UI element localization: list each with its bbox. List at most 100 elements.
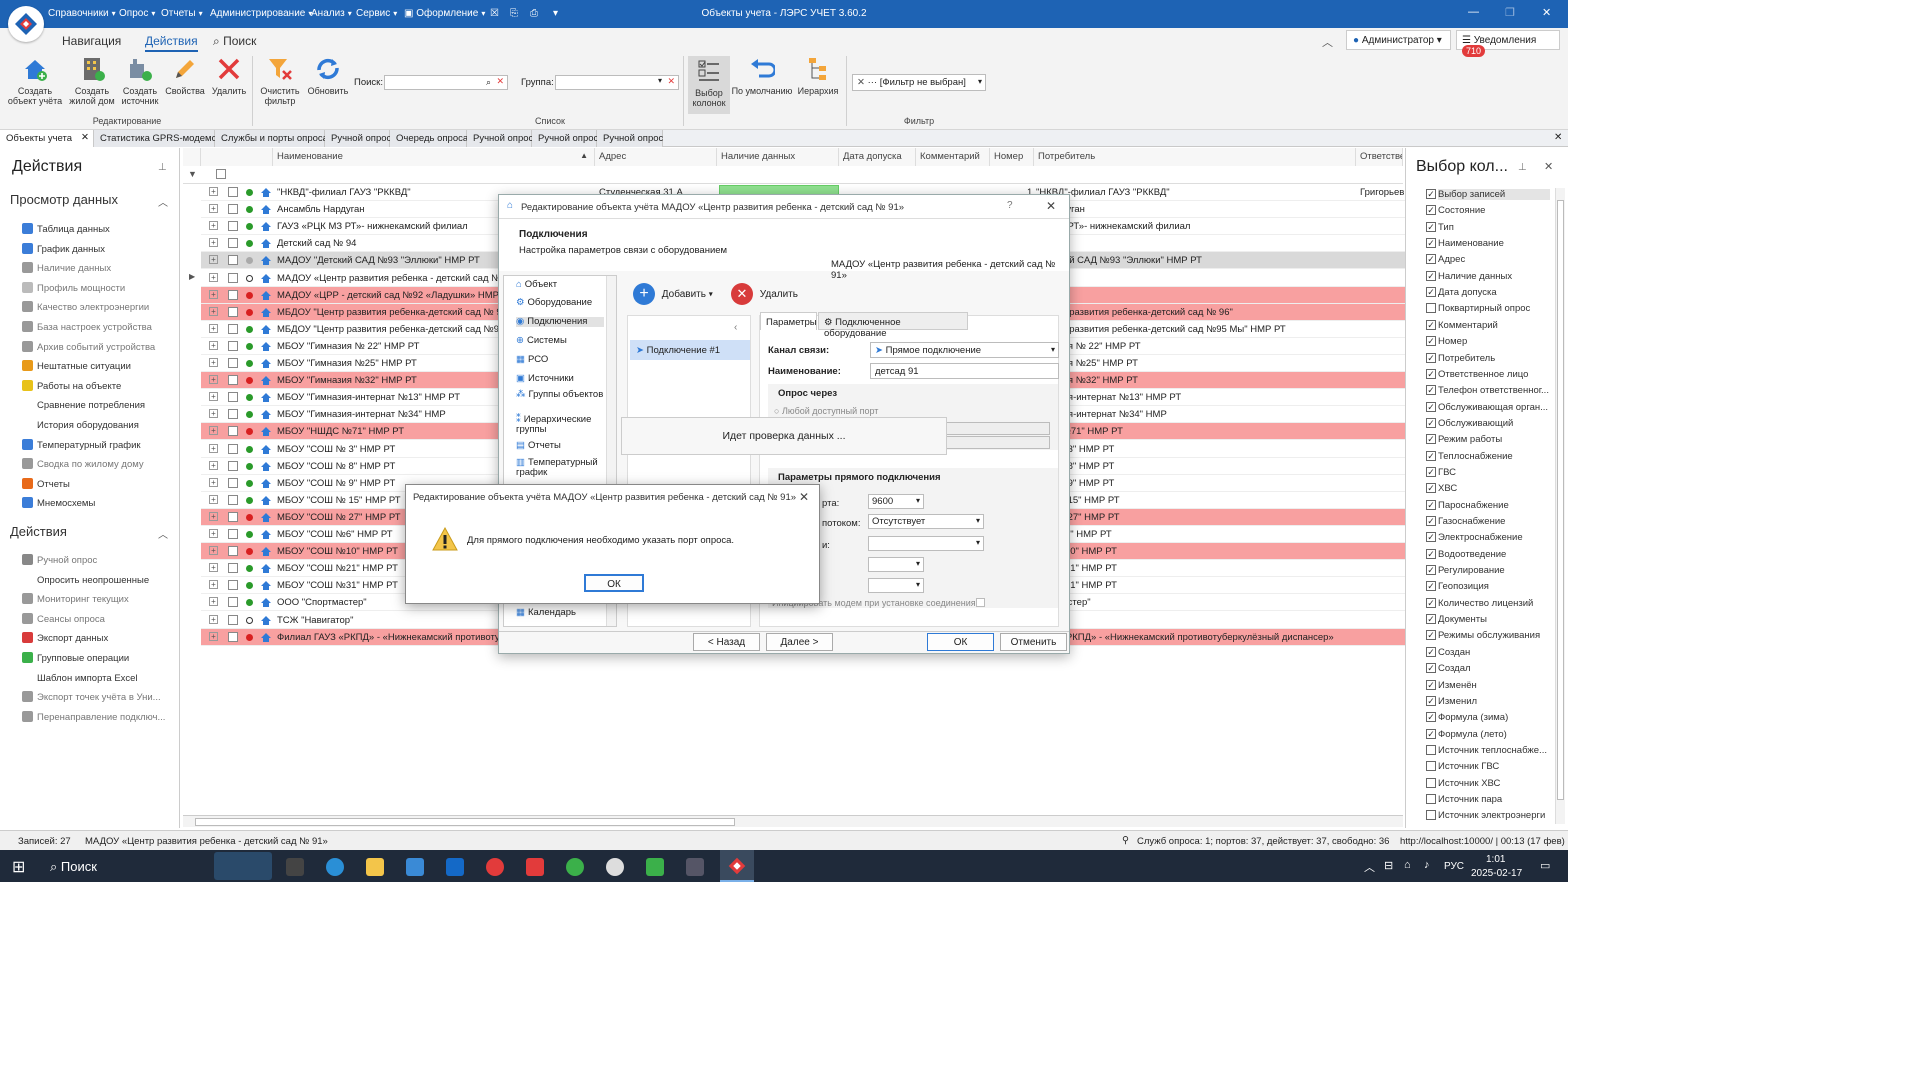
chevron-down-icon[interactable]: ▾ xyxy=(1051,345,1055,354)
expand-icon[interactable]: + xyxy=(209,511,218,521)
action-item[interactable]: Перенаправление подключ... xyxy=(22,710,165,723)
yandex-browser-icon[interactable] xyxy=(486,858,504,876)
column-header-name[interactable]: Наименование ▲ xyxy=(273,148,595,166)
vertical-scrollbar[interactable] xyxy=(1555,188,1565,824)
chevron-down-icon[interactable]: ▾ xyxy=(916,559,920,568)
horizontal-scrollbar[interactable] xyxy=(183,815,1403,827)
expand-icon[interactable]: + xyxy=(209,306,218,316)
help-icon[interactable]: ? xyxy=(1007,200,1013,211)
row-checkbox[interactable] xyxy=(228,597,238,608)
column-checkbox[interactable]: ✓ xyxy=(1426,532,1436,543)
column-checkbox[interactable]: ✓ xyxy=(1426,581,1436,592)
column-checkbox[interactable]: ✓ xyxy=(1426,336,1436,347)
row-checkbox[interactable] xyxy=(228,289,238,300)
language-indicator[interactable]: РУС xyxy=(1444,861,1464,872)
column-checkbox[interactable]: ✓ xyxy=(1426,728,1436,739)
tray-icon[interactable]: ⊟ xyxy=(1384,859,1393,872)
dialog-nav-item[interactable]: ▦ Календарь xyxy=(516,608,604,618)
dialog-nav-item[interactable]: ▥ Температурный график xyxy=(516,458,604,478)
view-data-item[interactable]: Архив событий устройства xyxy=(22,340,155,353)
row-checkbox[interactable] xyxy=(228,221,238,232)
tab-manual-poll[interactable]: Ручной опрос xyxy=(325,130,391,147)
close-message-icon[interactable]: ✕ xyxy=(799,490,809,504)
column-checkbox[interactable]: ✓ xyxy=(1426,238,1436,249)
section-data-view[interactable]: Просмотр данных xyxy=(10,192,118,207)
column-option[interactable]: ✓ Создал xyxy=(1426,663,1471,674)
close-tab-icon[interactable]: ✕ xyxy=(81,132,89,143)
column-checkbox[interactable]: ✓ xyxy=(1426,712,1436,723)
column-choice-button[interactable]: Выбор колонок xyxy=(688,56,730,114)
column-checkbox[interactable]: ✓ xyxy=(1426,319,1436,330)
column-option[interactable]: Источник ГВС xyxy=(1426,761,1499,772)
column-option[interactable]: ✓ Регулирование xyxy=(1426,565,1505,576)
dialog-nav-item[interactable]: ⊕ Системы xyxy=(516,336,604,346)
expand-icon[interactable]: + xyxy=(209,375,218,385)
row-checkbox[interactable] xyxy=(228,494,238,505)
stop-bits-select[interactable]: ▾ xyxy=(868,578,924,593)
parity-select[interactable]: ▾ xyxy=(868,536,984,551)
menu-spravochniki[interactable]: Справочники ▾ xyxy=(48,8,116,19)
dialog-nav-item[interactable]: ▤ Отчеты xyxy=(516,441,604,451)
column-checkbox[interactable]: ✓ xyxy=(1426,270,1436,281)
column-checkbox[interactable]: ✓ xyxy=(1426,646,1436,657)
expand-icon[interactable]: + xyxy=(209,546,218,556)
section-actions[interactable]: Действия xyxy=(10,524,67,539)
create-source-button[interactable]: Создать источник xyxy=(118,56,162,106)
row-checkbox[interactable] xyxy=(228,563,238,574)
dolphin-widget-icon[interactable] xyxy=(214,852,272,880)
network-icon[interactable]: ⌂ xyxy=(1404,859,1411,871)
column-checkbox[interactable]: ✓ xyxy=(1426,221,1436,232)
refresh-button[interactable]: Обновить xyxy=(304,56,352,96)
column-header-address[interactable]: Адрес xyxy=(595,148,717,166)
tab-search[interactable]: ⌕ Поиск xyxy=(213,34,256,49)
column-checkbox[interactable]: ✓ xyxy=(1426,385,1436,396)
view-data-item[interactable]: График данных xyxy=(22,242,105,255)
user-menu[interactable]: ● Администратор ▾ xyxy=(1346,30,1451,50)
column-option[interactable]: ✓ Ответственное лицо xyxy=(1426,368,1528,380)
expand-icon[interactable]: + xyxy=(209,289,218,299)
expand-icon[interactable]: + xyxy=(209,272,218,282)
filter-row[interactable]: ▼ xyxy=(183,166,1403,184)
menu-otchety[interactable]: Отчеты ▾ xyxy=(161,8,203,19)
minimize-icon[interactable]: — xyxy=(1468,6,1479,18)
column-option[interactable]: ✓ Теплоснабжение xyxy=(1426,450,1513,462)
expand-icon[interactable]: + xyxy=(209,204,218,214)
column-option[interactable]: ✓ Режимы обслуживания xyxy=(1426,630,1540,641)
expand-icon[interactable]: + xyxy=(209,187,218,196)
view-data-item[interactable]: Отчеты xyxy=(22,477,70,490)
column-option[interactable]: ✓ Создан xyxy=(1426,646,1470,658)
message-ok-button[interactable]: ОК xyxy=(584,574,644,592)
expand-icon[interactable]: + xyxy=(209,221,218,231)
expand-icon[interactable]: + xyxy=(209,460,218,470)
flow-control-select[interactable]: Отсутствует ▾ xyxy=(868,514,984,529)
expand-icon[interactable]: + xyxy=(209,494,218,504)
column-checkbox[interactable]: ✓ xyxy=(1426,254,1436,265)
view-data-item[interactable]: Нештатные ситуации xyxy=(22,360,131,372)
tab-parameters[interactable]: Параметры xyxy=(760,312,817,330)
column-checkbox[interactable]: ✓ xyxy=(1426,450,1436,461)
column-option[interactable]: ✓ Наименование xyxy=(1426,238,1504,249)
column-option[interactable]: ✓ Документы xyxy=(1426,614,1487,625)
column-checkbox[interactable]: ✓ xyxy=(1426,417,1436,428)
column-header-admission-date[interactable]: Дата допуска xyxy=(839,148,916,166)
create-object-button[interactable]: Создать объект учёта xyxy=(4,56,66,106)
row-checkbox[interactable] xyxy=(228,529,238,539)
chevron-down-icon[interactable]: ▾ xyxy=(658,76,662,85)
properties-button[interactable]: Свойства xyxy=(162,56,208,96)
column-checkbox[interactable]: ✓ xyxy=(1426,499,1436,510)
dialog-nav-item[interactable]: ▦ РСО xyxy=(516,355,604,365)
data-bits-select[interactable]: ▾ xyxy=(868,557,924,572)
column-checkbox[interactable]: ✓ xyxy=(1426,352,1436,363)
app-icon[interactable] xyxy=(686,858,704,876)
close-dialog-icon[interactable]: ✕ xyxy=(1046,199,1056,213)
delete-connection-button[interactable]: ✕ Удалить xyxy=(731,283,798,305)
action-item[interactable]: Шаблон импорта Excel xyxy=(22,672,138,684)
print-icon[interactable]: ⎙ xyxy=(530,8,538,19)
windows-start-icon[interactable]: ⊞ xyxy=(12,857,25,877)
hierarchy-button[interactable]: Иерархия xyxy=(794,56,842,96)
expand-icon[interactable]: + xyxy=(209,443,218,453)
column-option[interactable]: ✓ Формула (зима) xyxy=(1426,712,1508,723)
quick-access-dropdown-icon[interactable]: ▾ xyxy=(553,8,558,19)
view-data-item[interactable]: Сравнение потребления xyxy=(22,399,145,411)
expand-icon[interactable]: + xyxy=(209,477,218,487)
